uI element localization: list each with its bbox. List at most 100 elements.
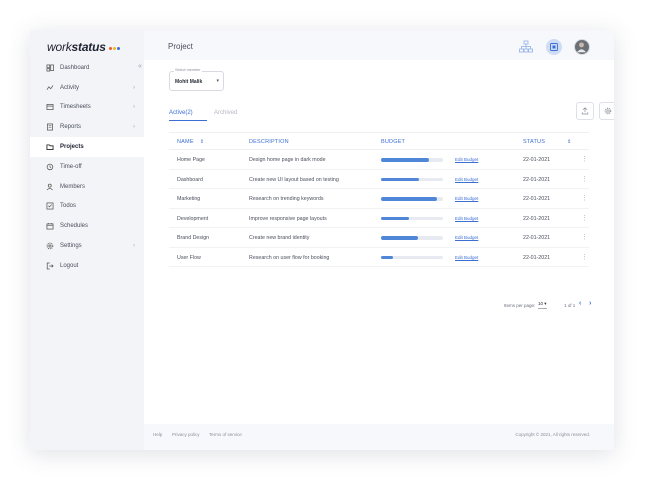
more-options-icon[interactable]: ⋮ (581, 214, 588, 222)
footer-link-privacy[interactable]: Privacy policy (172, 432, 200, 437)
brand-name-light: work (47, 40, 72, 54)
sidebar-item-activity[interactable]: Activity › (30, 78, 144, 98)
prev-page-icon[interactable]: ‹ (579, 300, 581, 307)
chevron-right-icon: › (133, 124, 135, 131)
sidebar-item-projects[interactable]: Projects (30, 137, 144, 157)
sidebar-item-members[interactable]: Members (30, 177, 144, 197)
table-row[interactable]: Development Improve responsive page layou… (169, 209, 589, 228)
table-row[interactable]: Marketing Research on trending keywords Ed… (169, 189, 589, 209)
tab-archived[interactable]: Archived (214, 110, 237, 120)
sidebar-item-settings[interactable]: Settings › (30, 236, 144, 256)
timer-widget-icon[interactable] (546, 39, 562, 55)
logout-icon (46, 262, 54, 270)
upload-icon (581, 107, 589, 115)
user-avatar[interactable] (574, 39, 590, 55)
top-bar: Project (144, 30, 614, 60)
budget-progress-fill (381, 197, 437, 201)
footer-link-terms[interactable]: Terms of service (209, 432, 242, 437)
budget-progress-fill (381, 255, 394, 259)
sidebar-item-todos[interactable]: Todos (30, 197, 144, 217)
sidebar: workstatus « Dashboard Activity › Timesheet… (30, 30, 144, 450)
page-title: Project (168, 42, 193, 51)
budget-progress-fill (381, 177, 420, 181)
project-name: Dashboard (177, 176, 203, 183)
budget-progress-bar (381, 158, 443, 162)
sidebar-item-label: Reports (60, 124, 82, 131)
project-description: Improve responsive page layouts (249, 215, 327, 222)
history-icon (46, 163, 54, 171)
sort-icon: ⇕ (199, 139, 205, 145)
members-icon (46, 183, 54, 191)
sidebar-item-logout[interactable]: Logout (30, 256, 144, 276)
sort-icon: ⇕ (567, 139, 572, 145)
next-page-icon[interactable]: › (589, 300, 591, 307)
chevron-down-icon: ▾ (216, 78, 219, 84)
sidebar-item-label: Projects (60, 144, 84, 151)
items-per-page-label: Items per page: (504, 303, 536, 308)
footer-link-help[interactable]: Help (153, 432, 162, 437)
edit-budget-link[interactable]: Edit Budget (455, 235, 478, 240)
chevron-right-icon: › (133, 84, 135, 91)
budget-progress-fill (381, 236, 419, 240)
dashboard-icon (46, 64, 54, 72)
org-chart-icon[interactable] (518, 39, 534, 55)
more-options-icon[interactable]: ⋮ (581, 194, 588, 202)
edit-budget-link[interactable]: Edit Budget (455, 255, 478, 260)
sidebar-item-label: Dashboard (60, 64, 90, 71)
edit-budget-link[interactable]: Edit Budget (455, 196, 478, 201)
brand-logo: workstatus (47, 40, 120, 54)
project-description: Design home page in dark mode (249, 157, 326, 163)
edit-budget-link[interactable]: Edit Budget (455, 177, 478, 182)
table-row[interactable]: User Flow Research on user flow for booki… (169, 248, 589, 267)
project-description: Create new UI layout based on testing (249, 176, 339, 183)
member-select-label: Select member (174, 68, 202, 72)
budget-progress-bar (381, 255, 443, 259)
project-description: Create new brand identity (249, 235, 310, 241)
more-options-icon[interactable]: ⋮ (581, 253, 588, 261)
gear-icon (46, 242, 54, 250)
edit-budget-link[interactable]: Edit Budget (455, 216, 478, 221)
budget-progress-bar (381, 197, 443, 201)
sidebar-item-reports[interactable]: Reports › (30, 117, 144, 137)
page-size-select[interactable]: 10 ▾ (538, 301, 547, 309)
sidebar-item-timesheets[interactable]: Timesheets › (30, 98, 144, 118)
more-options-icon[interactable]: ⋮ (581, 175, 588, 183)
project-description: Research on user flow for booking (249, 254, 330, 261)
sidebar-item-dashboard[interactable]: Dashboard (30, 58, 144, 78)
sidebar-item-time-off[interactable]: Time-off (30, 157, 144, 177)
more-options-icon[interactable]: ⋮ (581, 233, 588, 241)
table-body: Home Page Design home page in dark mode Ed… (169, 150, 589, 267)
chevron-right-icon: › (133, 243, 135, 250)
project-description: Research on trending keywords (249, 196, 324, 202)
project-name: User Flow (177, 254, 201, 261)
col-status[interactable]: STATUS ⇕ (523, 139, 571, 145)
project-status-date: 22-01-2021 (523, 176, 551, 183)
activity-icon (46, 84, 54, 92)
project-status-date: 22-01-2021 (523, 157, 551, 163)
project-name: Development (177, 215, 209, 222)
table-row[interactable]: Home Page Design home page in dark mode Ed… (169, 150, 589, 170)
member-select[interactable]: Select member Mohit Malik ▾ (169, 68, 224, 91)
copyright-text: Copyright © 2021, All rights reserved. (515, 432, 590, 437)
sidebar-item-schedules[interactable]: Schedules (30, 216, 144, 236)
table-row[interactable]: Brand Design Create new brand identity Edi… (169, 228, 589, 248)
sidebar-item-label: Todos (60, 203, 77, 210)
todo-icon (46, 202, 54, 210)
budget-progress-fill (381, 158, 430, 162)
tab-active[interactable]: Active(2) (169, 110, 207, 121)
more-options-icon[interactable]: ⋮ (581, 155, 588, 163)
upload-button[interactable] (576, 102, 594, 120)
sidebar-item-label: Schedules (60, 223, 89, 230)
project-name: Marketing (177, 196, 201, 202)
project-status-date: 22-01-2021 (523, 235, 551, 241)
edit-budget-link[interactable]: Edit Budget (455, 157, 478, 162)
member-select-value: Mohit Malik (175, 79, 203, 85)
settings-button[interactable] (599, 102, 614, 120)
project-status-date: 22-01-2021 (523, 196, 551, 202)
project-name: Home Page (177, 157, 205, 163)
page-range: 1 of 1 (564, 303, 576, 308)
table-row[interactable]: Dashboard Create new UI layout based on t… (169, 170, 589, 189)
sidebar-item-label: Activity (60, 84, 80, 91)
reports-icon (46, 123, 54, 131)
col-name[interactable]: NAME ⇕ (177, 139, 204, 145)
